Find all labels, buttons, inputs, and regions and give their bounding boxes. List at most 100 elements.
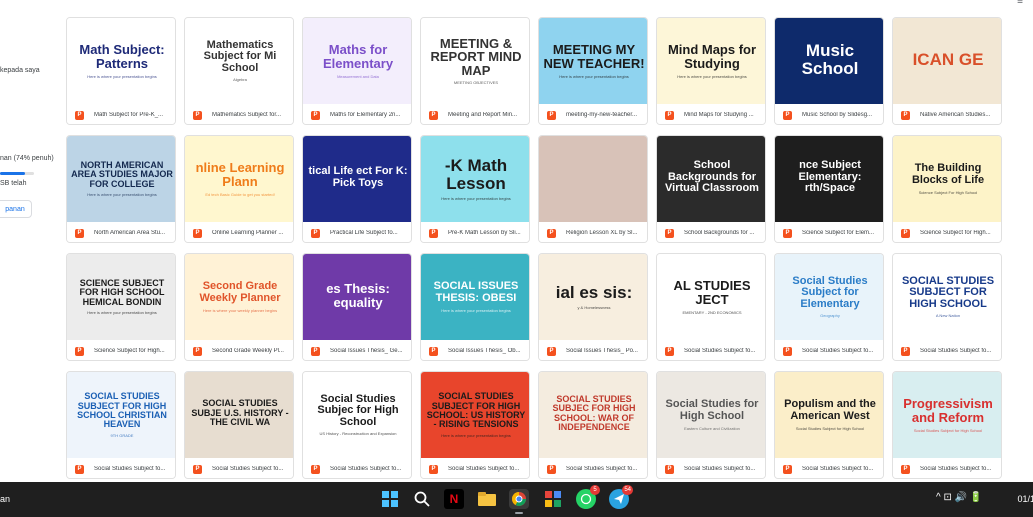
file-thumbnail[interactable]: SOCIAL STUDIES SUBJECT FOR HIGH SCHOOL C… xyxy=(67,372,175,458)
file-thumbnail[interactable]: Math Subject: Patterns Here is where your… xyxy=(67,18,175,104)
file-meta[interactable]: P North American Area Stu... xyxy=(67,222,175,242)
file-meta[interactable]: P Social Studies Subject fo... xyxy=(893,458,1001,478)
file-meta[interactable]: P Second Grade Weekly Pl... xyxy=(185,340,293,360)
file-card[interactable]: The Building Blocks of Life Science Subje… xyxy=(892,135,1002,243)
file-thumbnail[interactable]: SCIENCE SUBJECT FOR HIGH SCHOOL HEMICAL … xyxy=(67,254,175,340)
clock[interactable]: 01/1 xyxy=(1017,494,1033,504)
file-meta[interactable]: P Science Subject for Elem... xyxy=(775,222,883,242)
file-thumbnail[interactable]: Second Grade Weekly Planner Here is where… xyxy=(185,254,293,340)
file-thumbnail[interactable]: NORTH AMERICAN AREA STUDIES MAJOR FOR CO… xyxy=(67,136,175,222)
file-card[interactable]: Music School P Music School by Slidesg... xyxy=(774,17,884,125)
netflix-icon[interactable]: N xyxy=(444,489,464,509)
file-card[interactable]: SOCIAL STUDIES SUBJEC FOR HIGH SCHOOL: W… xyxy=(538,371,648,479)
whatsapp-icon[interactable]: 5 xyxy=(576,485,600,509)
file-meta[interactable]: P Social Studies Subject fo... xyxy=(775,340,883,360)
file-card[interactable]: SOCIAL STUDIES SUBJECT FOR HIGH SCHOOL: … xyxy=(420,371,530,479)
file-meta[interactable]: P Social Studies Subject fo... xyxy=(775,458,883,478)
file-card[interactable]: Social Studies Subjec for High School US … xyxy=(302,371,412,479)
file-meta[interactable]: P Social Studies Subject fo... xyxy=(539,458,647,478)
file-card[interactable]: P Religion Lesson XL by Sl... xyxy=(538,135,648,243)
file-thumbnail[interactable]: SOCIAL STUDIES SUBJECT FOR HIGH SCHOOL: … xyxy=(421,372,529,458)
search-icon[interactable] xyxy=(412,489,432,509)
file-card[interactable]: AL STUDIES JECT EMENTARY - 2ND ECONOMICS P… xyxy=(656,253,766,361)
chrome-icon[interactable] xyxy=(509,489,529,514)
file-meta[interactable]: P Pre-K Math Lesson by Sli... xyxy=(421,222,529,242)
file-card[interactable]: SOCIAL STUDIES SUBJECT FOR HIGH SCHOOL A … xyxy=(892,253,1002,361)
file-meta[interactable]: P Social Studies Subject fo... xyxy=(657,340,765,360)
file-thumbnail[interactable]: nce Subject Elementary: rth/Space xyxy=(775,136,883,222)
file-thumbnail[interactable]: Populism and the American West Social Stu… xyxy=(775,372,883,458)
file-meta[interactable]: P Social Studies Subject fo... xyxy=(303,458,411,478)
file-card[interactable]: es Thesis: equality P Social Issues Thesis… xyxy=(302,253,412,361)
system-tray-icons[interactable]: ^ ⊡ 🔊 🔋 xyxy=(936,492,982,503)
file-thumbnail[interactable]: SOCIAL ISSUES THESIS: OBESI Here is where… xyxy=(421,254,529,340)
file-meta[interactable]: Pmeeting-my-new-teacher... xyxy=(539,104,647,124)
file-card[interactable]: nline Learning Plann Ed tech Basic Guide … xyxy=(184,135,294,243)
file-card[interactable]: tical Life ect For K: Pick Toys P Practica… xyxy=(302,135,412,243)
file-card[interactable]: ICAN GE P Native American Studies... xyxy=(892,17,1002,125)
file-thumbnail[interactable]: -K Math Lesson Here is where your present… xyxy=(421,136,529,222)
file-card[interactable]: SOCIAL STUDIES SUBJE U.S. HISTORY - THE … xyxy=(184,371,294,479)
file-meta[interactable]: P Social Studies Subject fo... xyxy=(893,340,1001,360)
file-card[interactable]: Maths for Elementary Measurement and Data… xyxy=(302,17,412,125)
file-thumbnail[interactable] xyxy=(539,136,647,222)
file-card[interactable]: Social Studies for High School Eastern Cu… xyxy=(656,371,766,479)
file-thumbnail[interactable]: es Thesis: equality xyxy=(303,254,411,340)
file-meta[interactable]: P Science Subject for High... xyxy=(893,222,1001,242)
file-thumbnail[interactable]: tical Life ect For K: Pick Toys xyxy=(303,136,411,222)
file-card[interactable]: ial es sis: y & Homelessness P Social Issue… xyxy=(538,253,648,361)
file-thumbnail[interactable]: Mathematics Subject for Mi School Algebra xyxy=(185,18,293,104)
file-meta[interactable]: P Social Issues Thesis_ Ge... xyxy=(303,340,411,360)
file-meta[interactable]: P Social Studies Subject fo... xyxy=(67,458,175,478)
file-thumbnail[interactable]: SOCIAL STUDIES SUBJE U.S. HISTORY - THE … xyxy=(185,372,293,458)
file-card[interactable]: NORTH AMERICAN AREA STUDIES MAJOR FOR CO… xyxy=(66,135,176,243)
file-meta[interactable]: P Social Studies Subject fo... xyxy=(185,458,293,478)
file-thumbnail[interactable]: nline Learning Plann Ed tech Basic Guide … xyxy=(185,136,293,222)
file-card[interactable]: Second Grade Weekly Planner Here is where… xyxy=(184,253,294,361)
file-thumbnail[interactable]: SOCIAL STUDIES SUBJECT FOR HIGH SCHOOL A … xyxy=(893,254,1001,340)
file-card[interactable]: Populism and the American West Social Stu… xyxy=(774,371,884,479)
file-card[interactable]: SOCIAL STUDIES SUBJECT FOR HIGH SCHOOL C… xyxy=(66,371,176,479)
file-meta[interactable]: P Mind Maps for Studying ... xyxy=(657,104,765,124)
file-card[interactable]: Mathematics Subject for Mi School Algebra… xyxy=(184,17,294,125)
file-thumbnail[interactable]: Social Studies Subject for Elementary Geo… xyxy=(775,254,883,340)
file-meta[interactable]: P Social Studies Subject fo... xyxy=(421,458,529,478)
file-meta[interactable]: P Maths for Elementary 2n... xyxy=(303,104,411,124)
file-card[interactable]: Social Studies Subject for Elementary Geo… xyxy=(774,253,884,361)
file-meta[interactable]: P Music School by Slidesg... xyxy=(775,104,883,124)
windows-start-icon[interactable] xyxy=(380,489,400,509)
file-thumbnail[interactable]: AL STUDIES JECT EMENTARY - 2ND ECONOMICS xyxy=(657,254,765,340)
file-meta[interactable]: P Native American Studies... xyxy=(893,104,1001,124)
file-card[interactable]: School Backgrounds for Virtual Classroom… xyxy=(656,135,766,243)
file-card[interactable]: MEETING & REPORT MIND MAP MEETING OBJECTI… xyxy=(420,17,530,125)
list-view-icon[interactable]: ≡ xyxy=(1017,0,1023,7)
file-meta[interactable]: P Practical Life Subject fo... xyxy=(303,222,411,242)
file-meta[interactable]: P Religion Lesson XL by Sl... xyxy=(539,222,647,242)
file-meta[interactable]: P School Backgrounds for ... xyxy=(657,222,765,242)
file-explorer-icon[interactable] xyxy=(477,489,497,509)
file-card[interactable]: Progressivism and Reform Social Studies S… xyxy=(892,371,1002,479)
get-storage-button[interactable]: panan xyxy=(0,200,32,218)
file-meta[interactable]: P Social Studies Subject fo... xyxy=(657,458,765,478)
file-thumbnail[interactable]: Maths for Elementary Measurement and Data xyxy=(303,18,411,104)
file-meta[interactable]: P Mathematics Subject for... xyxy=(185,104,293,124)
file-meta[interactable]: P Social Issues Thesis_ Po... xyxy=(539,340,647,360)
file-thumbnail[interactable]: Progressivism and Reform Social Studies S… xyxy=(893,372,1001,458)
file-card[interactable]: Math Subject: Patterns Here is where your… xyxy=(66,17,176,125)
file-card[interactable]: Mind Maps for Studying Here is where your… xyxy=(656,17,766,125)
file-meta[interactable]: P Science Subject for High... xyxy=(67,340,175,360)
file-thumbnail[interactable]: School Backgrounds for Virtual Classroom xyxy=(657,136,765,222)
file-thumbnail[interactable]: ICAN GE xyxy=(893,18,1001,104)
file-meta[interactable]: P Meeting and Report Min... xyxy=(421,104,529,124)
file-thumbnail[interactable]: Social Studies Subjec for High School US … xyxy=(303,372,411,458)
file-thumbnail[interactable]: The Building Blocks of Life Science Subje… xyxy=(893,136,1001,222)
file-card[interactable]: MEETING MY NEW TEACHER! Here is where you… xyxy=(538,17,648,125)
file-thumbnail[interactable]: Mind Maps for Studying Here is where your… xyxy=(657,18,765,104)
photos-app-icon[interactable] xyxy=(543,489,563,509)
file-meta[interactable]: P Math Subject for Pre-K_... xyxy=(67,104,175,124)
file-card[interactable]: SCIENCE SUBJECT FOR HIGH SCHOOL HEMICAL … xyxy=(66,253,176,361)
telegram-icon[interactable]: 54 xyxy=(609,485,633,509)
sidebar-item-shared-with-me[interactable]: kepada saya xyxy=(0,67,40,74)
file-card[interactable]: -K Math Lesson Here is where your present… xyxy=(420,135,530,243)
file-card[interactable]: nce Subject Elementary: rth/Space P Scienc… xyxy=(774,135,884,243)
